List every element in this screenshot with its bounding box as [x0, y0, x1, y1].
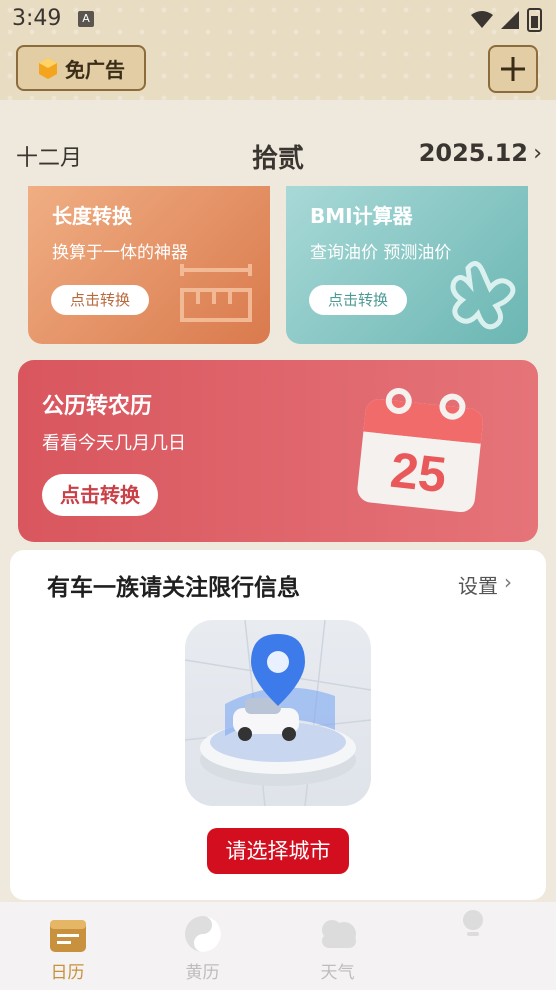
- lunar-convert-card[interactable]: 公历转农历 看看今天几月几日 点击转换 25: [18, 360, 538, 542]
- ruler-icon: [180, 264, 252, 322]
- status-icons: [471, 8, 542, 32]
- status-time: 3:49: [12, 6, 62, 31]
- calendar-3d-icon: 25: [357, 388, 483, 513]
- nav-label-weather: 天气: [320, 963, 355, 983]
- car-location-illustration: [185, 620, 371, 806]
- chevron-right-icon[interactable]: ›: [504, 570, 512, 594]
- lunar-convert-button[interactable]: 点击转换: [42, 474, 158, 516]
- calendar-number: 25: [388, 442, 449, 504]
- bmi-convert-button[interactable]: 点击转换: [309, 285, 407, 315]
- nav-item-calendar[interactable]: 日历: [0, 902, 135, 990]
- app-screen: 3:49 A 免广告 十二月 拾贰 2025.12 › 长度转换 换算于一体的神…: [0, 0, 556, 990]
- traffic-title: 有车一族请关注限行信息: [47, 575, 300, 601]
- plus-icon: [501, 57, 525, 81]
- length-card-title: 长度转换: [52, 204, 132, 228]
- bmi-card-subtitle: 查询油价 预测油价: [310, 243, 452, 263]
- traffic-restriction-card: 有车一族请关注限行信息 设置 › 请选择城市: [10, 550, 546, 900]
- nav-label-almanac: 黄历: [185, 963, 220, 983]
- wifi-icon: [471, 11, 493, 28]
- length-card-subtitle: 换算于一体的神器: [52, 243, 188, 263]
- length-convert-card[interactable]: 长度转换 换算于一体的神器 点击转换: [28, 186, 270, 344]
- bmi-calculator-card[interactable]: BMI计算器 查询油价 预测油价 点击转换: [286, 186, 528, 344]
- header-band: 3:49 A 免广告: [0, 0, 556, 100]
- select-city-button[interactable]: 请选择城市: [207, 828, 349, 874]
- calendar-icon: [49, 920, 86, 952]
- nav-label-calendar: 日历: [50, 963, 85, 983]
- lunar-card-subtitle: 看看今天几月几日: [42, 433, 186, 454]
- yin-yang-icon: [184, 916, 221, 952]
- ad-free-button[interactable]: 免广告: [16, 45, 146, 91]
- traffic-settings-link[interactable]: 设置: [458, 570, 498, 599]
- year-month-label[interactable]: 2025.12: [419, 139, 528, 167]
- abstract-shape-icon: [450, 261, 516, 330]
- notification-icon: A: [78, 11, 94, 27]
- lunar-card-title: 公历转农历: [42, 394, 153, 419]
- battery-icon: [527, 8, 542, 32]
- nav-item-weather[interactable]: 天气: [270, 902, 405, 990]
- signal-icon: [501, 11, 519, 29]
- nav-item-almanac[interactable]: 黄历: [135, 902, 270, 990]
- nav-item-profile[interactable]: [405, 902, 540, 990]
- add-button[interactable]: [488, 45, 538, 93]
- bottom-nav: 日历 黄历 天气: [0, 902, 556, 990]
- bmi-card-title: BMI计算器: [310, 204, 413, 228]
- chevron-right-icon[interactable]: ›: [533, 141, 542, 166]
- ad-free-label: 免广告: [65, 57, 125, 82]
- cloud-icon: [321, 920, 356, 948]
- profile-icon: [462, 910, 483, 936]
- length-convert-button[interactable]: 点击转换: [51, 285, 149, 315]
- ad-free-icon: [39, 58, 57, 79]
